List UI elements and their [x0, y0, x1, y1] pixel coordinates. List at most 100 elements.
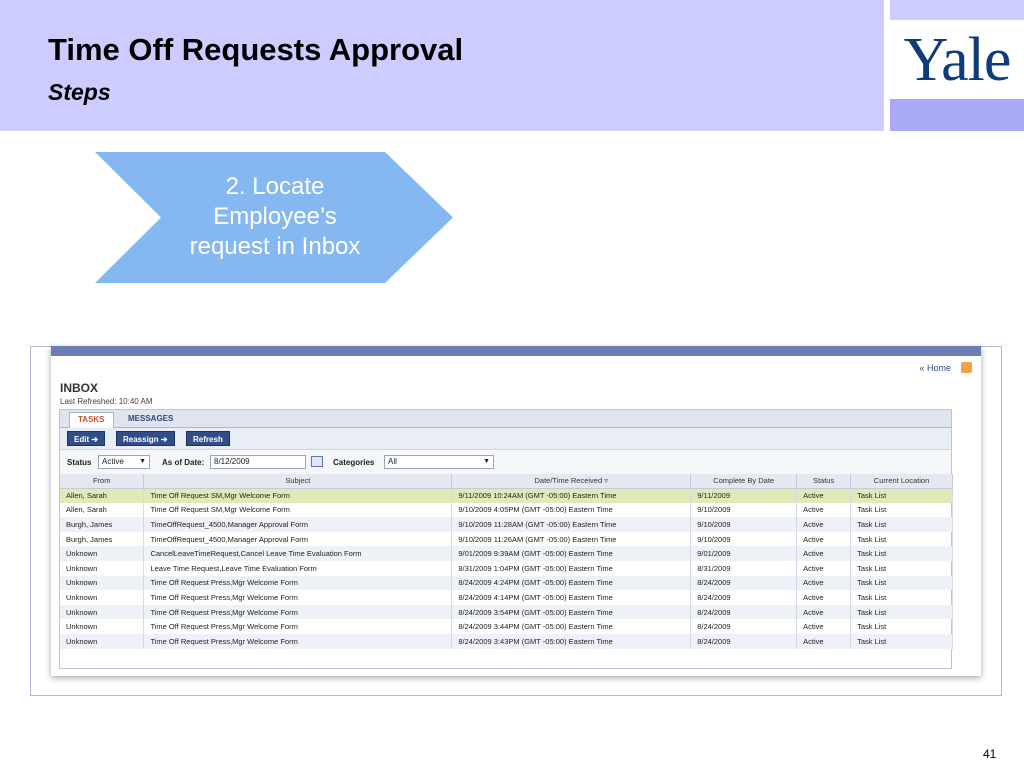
cell-location: Task List [850, 488, 953, 503]
cell-date-received: 9/10/2009 4:05PM (GMT -05:00) Eastern Ti… [451, 502, 692, 518]
cell-location: Task List [850, 517, 953, 532]
cell-status: Active [796, 604, 852, 620]
cell-from: Allen, Sarah [60, 502, 145, 518]
chevron-down-icon: ▼ [139, 458, 146, 465]
calendar-icon[interactable] [311, 456, 323, 467]
cell-from: Unknown [60, 619, 145, 634]
table-row[interactable]: Burgh, James TimeOffRequest_4500,Manager … [60, 531, 953, 547]
cell-status: Active [796, 575, 852, 591]
cell-subject: TimeOffRequest_4500,Manager Approval For… [143, 531, 453, 547]
cell-status: Active [796, 502, 852, 518]
cell-status: Active [796, 546, 852, 561]
home-row: « Home [51, 356, 981, 380]
cell-location: Task List [850, 604, 953, 620]
cell-subject: Time Off Request Press,Mgr Welcome Form [143, 575, 453, 591]
cell-date-received: 8/24/2009 3:44PM (GMT -05:00) Eastern Ti… [451, 619, 692, 634]
table-row[interactable]: Allen, Sarah Time Off Request SM,Mgr Welc… [60, 502, 953, 518]
table-row[interactable]: Allen, Sarah Time Off Request SM,Mgr Welc… [60, 488, 953, 503]
status-value: Active [102, 457, 124, 466]
cell-complete-by: 8/24/2009 [690, 604, 798, 620]
status-select[interactable]: Active ▼ [98, 455, 150, 469]
cell-complete-by: 8/31/2009 [690, 560, 798, 576]
cell-location: Task List [850, 502, 953, 518]
inbox-title: INBOX [60, 381, 99, 395]
column-header-subject[interactable]: Subject [143, 474, 453, 489]
step-label: 2. Locate Employee’s request in Inbox [160, 172, 390, 262]
cell-complete-by: 8/24/2009 [690, 575, 798, 591]
cell-subject: Time Off Request SM,Mgr Welcome Form [143, 488, 453, 503]
rss-icon[interactable] [961, 362, 972, 373]
cell-date-received: 8/24/2009 4:24PM (GMT -05:00) Eastern Ti… [451, 575, 692, 591]
slide: Yale Time Off Requests Approval Steps 2.… [0, 0, 1024, 768]
inbox-toolbar: Edit ➔ Reassign ➔ Refresh [60, 428, 951, 450]
column-header-complete-by[interactable]: Complete By Date [690, 474, 798, 489]
table-row[interactable]: Unknown CancelLeaveTimeRequest,Cancel Lea… [60, 546, 953, 561]
table-row[interactable]: Unknown Time Off Request Press,Mgr Welcom… [60, 619, 953, 634]
table-row[interactable]: Unknown Leave Time Request,Leave Time Eva… [60, 560, 953, 576]
cell-subject: Time Off Request SM,Mgr Welcome Form [143, 502, 453, 518]
page-number: 41 [983, 747, 997, 761]
cell-from: Unknown [60, 575, 145, 591]
refresh-button[interactable]: Refresh [186, 431, 230, 446]
reassign-button[interactable]: Reassign ➔ [116, 431, 175, 446]
cell-date-received: 8/24/2009 4:14PM (GMT -05:00) Eastern Ti… [451, 590, 692, 605]
tab-messages[interactable]: MESSAGES [120, 412, 181, 428]
status-label: Status [67, 458, 92, 467]
cell-location: Task List [850, 560, 953, 576]
cell-date-received: 8/31/2009 1:04PM (GMT -05:00) Eastern Ti… [451, 560, 692, 576]
cell-from: Unknown [60, 590, 145, 605]
page-subtitle: Steps [48, 79, 111, 105]
cell-status: Active [796, 633, 852, 649]
cell-from: Unknown [60, 546, 145, 561]
chevron-down-icon: ▼ [483, 458, 490, 465]
cell-from: Allen, Sarah [60, 488, 145, 503]
table-row[interactable]: Burgh, James TimeOffRequest_4500,Manager … [60, 517, 953, 532]
yale-logo: Yale [890, 20, 1024, 99]
cell-subject: Time Off Request Press,Mgr Welcome Form [143, 604, 453, 620]
table-row[interactable]: Unknown Time Off Request Press,Mgr Welcom… [60, 604, 953, 620]
home-link[interactable]: « Home [919, 363, 951, 373]
cell-subject: Leave Time Request,Leave Time Evaluation… [143, 560, 453, 576]
table-row[interactable]: Unknown Time Off Request Press,Mgr Welcom… [60, 590, 953, 605]
column-header-location[interactable]: Current Location [850, 474, 953, 489]
cell-location: Task List [850, 590, 953, 605]
table-row[interactable]: Unknown Time Off Request Press,Mgr Welcom… [60, 633, 953, 649]
as-of-date-input[interactable]: 8/12/2009 [210, 455, 306, 469]
cell-from: Unknown [60, 560, 145, 576]
column-header-date-received[interactable]: Date/Time Received ▿ [451, 474, 692, 489]
cell-subject: CancelLeaveTimeRequest,Cancel Leave Time… [143, 546, 453, 561]
edit-button[interactable]: Edit ➔ [67, 431, 106, 446]
cell-from: Unknown [60, 633, 145, 649]
last-refreshed: Last Refreshed: 10:40 AM [60, 397, 153, 406]
cell-from: Burgh, James [60, 517, 145, 532]
cell-complete-by: 9/10/2009 [690, 517, 798, 532]
categories-select[interactable]: All ▼ [384, 455, 494, 469]
cell-complete-by: 9/01/2009 [690, 546, 798, 561]
cell-location: Task List [850, 546, 953, 561]
cell-status: Active [796, 560, 852, 576]
cell-location: Task List [850, 633, 953, 649]
as-of-date-label: As of Date: [162, 458, 205, 467]
cell-date-received: 9/10/2009 11:26AM (GMT -05:00) Eastern T… [451, 531, 692, 547]
header-accent-bottom [890, 99, 1024, 131]
cell-status: Active [796, 488, 852, 503]
cell-subject: Time Off Request Press,Mgr Welcome Form [143, 590, 453, 605]
table-header-row: From Subject Date/Time Received ▿ Comple… [60, 474, 953, 489]
cell-date-received: 9/01/2009 9:39AM (GMT -05:00) Eastern Ti… [451, 546, 692, 561]
cell-location: Task List [850, 619, 953, 634]
as-of-date-value: 8/12/2009 [214, 457, 250, 466]
cell-location: Task List [850, 575, 953, 591]
tasks-table: From Subject Date/Time Received ▿ Comple… [60, 474, 953, 649]
cell-complete-by: 9/10/2009 [690, 531, 798, 547]
table-body: Allen, Sarah Time Off Request SM,Mgr Welc… [60, 488, 953, 649]
cell-date-received: 8/24/2009 3:43PM (GMT -05:00) Eastern Ti… [451, 633, 692, 649]
step-line-2: Employee’s [213, 203, 337, 230]
cell-location: Task List [850, 531, 953, 547]
tab-tasks[interactable]: TASKS [69, 412, 114, 428]
column-header-status[interactable]: Status [796, 474, 852, 489]
column-header-from[interactable]: From [60, 474, 145, 489]
step-line-3: request in Inbox [189, 233, 361, 260]
table-row[interactable]: Unknown Time Off Request Press,Mgr Welcom… [60, 575, 953, 591]
cell-date-received: 8/24/2009 3:54PM (GMT -05:00) Eastern Ti… [451, 604, 692, 620]
filter-bar: Status Active ▼ As of Date: 8/12/2009 Ca… [60, 450, 951, 474]
